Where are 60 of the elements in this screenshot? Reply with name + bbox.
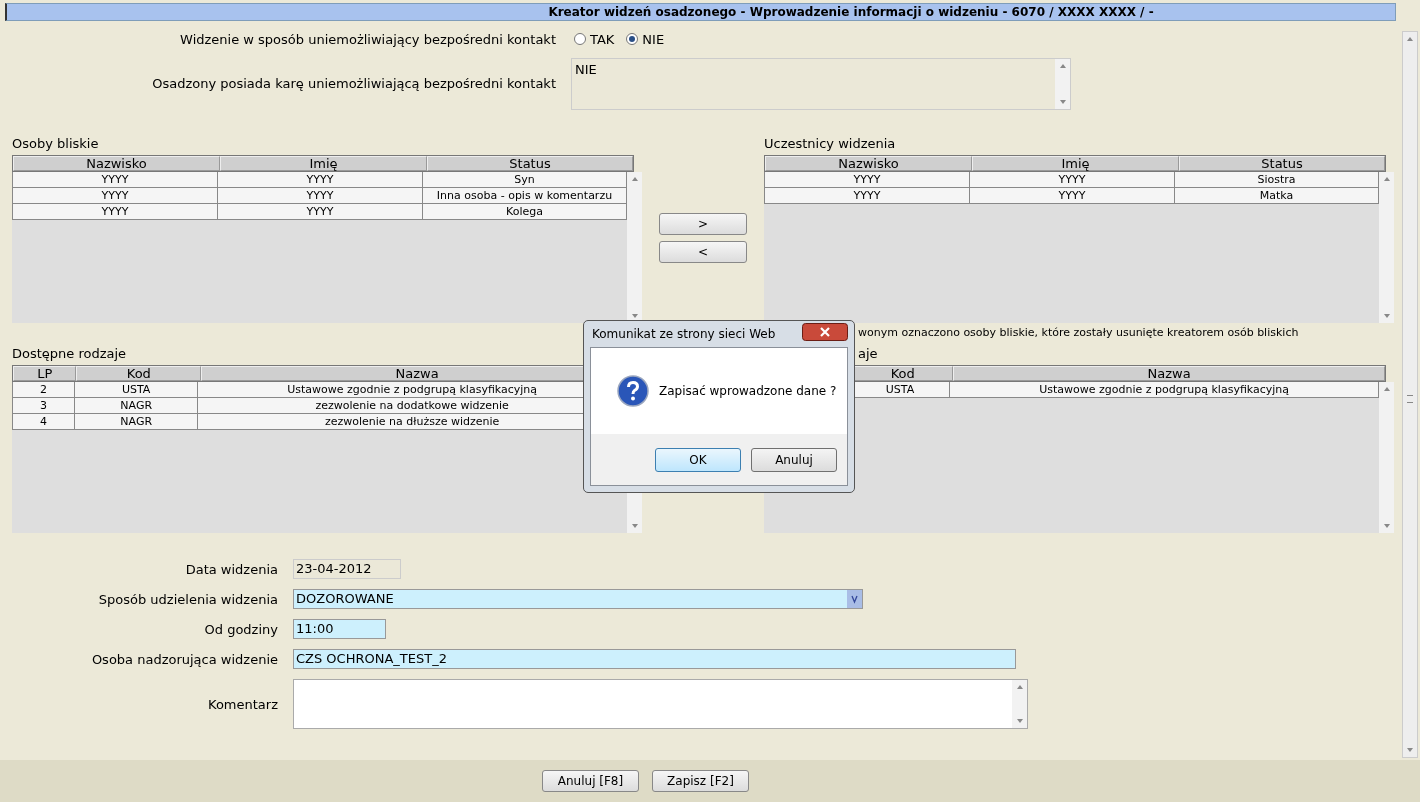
field-label: Komentarz bbox=[207, 696, 278, 712]
dialog-button[interactable]: OK bbox=[655, 448, 741, 472]
column-header[interactable]: Nazwisko bbox=[765, 156, 972, 171]
table-cell: 2 bbox=[12, 382, 75, 397]
table-cell: YYYY bbox=[217, 172, 422, 187]
radio-button[interactable] bbox=[626, 33, 639, 45]
table-title: Osoby bliskie bbox=[12, 136, 100, 153]
column-header[interactable]: Kod bbox=[852, 366, 954, 381]
table-cell: YYYY bbox=[217, 204, 422, 219]
radio-label: TAK bbox=[590, 31, 615, 47]
footer-button[interactable]: Zapisz [F2] bbox=[652, 770, 749, 792]
radio-label: NIE bbox=[642, 31, 665, 47]
table-title: aje bbox=[857, 346, 879, 363]
column-header[interactable]: Kod bbox=[76, 366, 202, 381]
table-title: Dostępne rodzaje bbox=[12, 346, 128, 363]
dialog-message: Zapisać wprowadzone dane ? bbox=[659, 384, 837, 398]
field-label: Osoba nadzorująca widzenie bbox=[90, 651, 278, 667]
field-label: Osadzony posiada karę uniemożliwiającą bezpośredni kontakt bbox=[151, 76, 556, 91]
table-cell: YYYY bbox=[12, 188, 217, 203]
table-cell: NAGR bbox=[74, 398, 198, 413]
table-cell: YYYY bbox=[969, 172, 1174, 187]
radio-button[interactable] bbox=[574, 33, 586, 45]
field-label: Sposób udzielenia widzenia bbox=[97, 591, 278, 607]
table-cell: 3 bbox=[12, 398, 75, 413]
info-note: wonym oznaczono osoby bliskie, które zostały usunięte kreatorem osób bliskich bbox=[858, 326, 1300, 341]
column-header[interactable]: LP bbox=[13, 366, 77, 381]
text-field[interactable]: CZS OCHRONA_TEST_2 bbox=[293, 649, 1016, 669]
table-cell: YYYY bbox=[217, 188, 422, 203]
field-label: Od godziny bbox=[203, 621, 278, 637]
table-cell: USTA bbox=[74, 382, 198, 397]
column-header[interactable]: Imię bbox=[972, 156, 1179, 171]
date-field: 23-04-2012 bbox=[293, 559, 401, 579]
footer-button[interactable]: Anuluj [F8] bbox=[542, 770, 639, 792]
time-field[interactable]: 11:00 bbox=[293, 619, 386, 639]
close-icon[interactable] bbox=[802, 323, 848, 341]
dropdown-icon[interactable] bbox=[847, 590, 862, 608]
field-label: Data widzenia bbox=[184, 561, 278, 577]
table-title: Uczestnicy widzenia bbox=[764, 136, 897, 153]
table-cell: YYYY bbox=[969, 188, 1174, 203]
table-cell: YYYY bbox=[12, 172, 217, 187]
column-header[interactable]: Status bbox=[1179, 156, 1385, 171]
column-header[interactable]: Status bbox=[427, 156, 633, 171]
comment-field[interactable] bbox=[293, 679, 1028, 729]
table-cell: 4 bbox=[12, 414, 75, 429]
window-title: Kreator widzeń osadzonego - Wprowadzenie informacji o widzeniu - 6070 / XXXX XXXX / - bbox=[5, 3, 1396, 21]
move-button[interactable]: > bbox=[659, 213, 747, 235]
table-cell: YYYY bbox=[12, 204, 217, 219]
table-cell: NAGR bbox=[74, 414, 198, 429]
column-header[interactable]: Nazwisko bbox=[13, 156, 220, 171]
column-header[interactable]: Imię bbox=[220, 156, 427, 171]
column-header[interactable]: Nazwa bbox=[953, 366, 1385, 381]
table-cell: YYYY bbox=[764, 188, 969, 203]
dialog-button[interactable]: Anuluj bbox=[751, 448, 837, 472]
move-button[interactable]: < bbox=[659, 241, 747, 263]
table-cell: YYYY bbox=[764, 172, 969, 187]
dialog-title: Komunikat ze strony sieci Web bbox=[592, 327, 776, 341]
field-label: Widzenie w sposób uniemożliwiający bezpośredni kontakt bbox=[179, 31, 556, 47]
question-icon bbox=[617, 375, 649, 407]
dropdown-field[interactable]: DOZOROWANE bbox=[293, 589, 863, 609]
readonly-text-area: NIE bbox=[571, 57, 1071, 110]
